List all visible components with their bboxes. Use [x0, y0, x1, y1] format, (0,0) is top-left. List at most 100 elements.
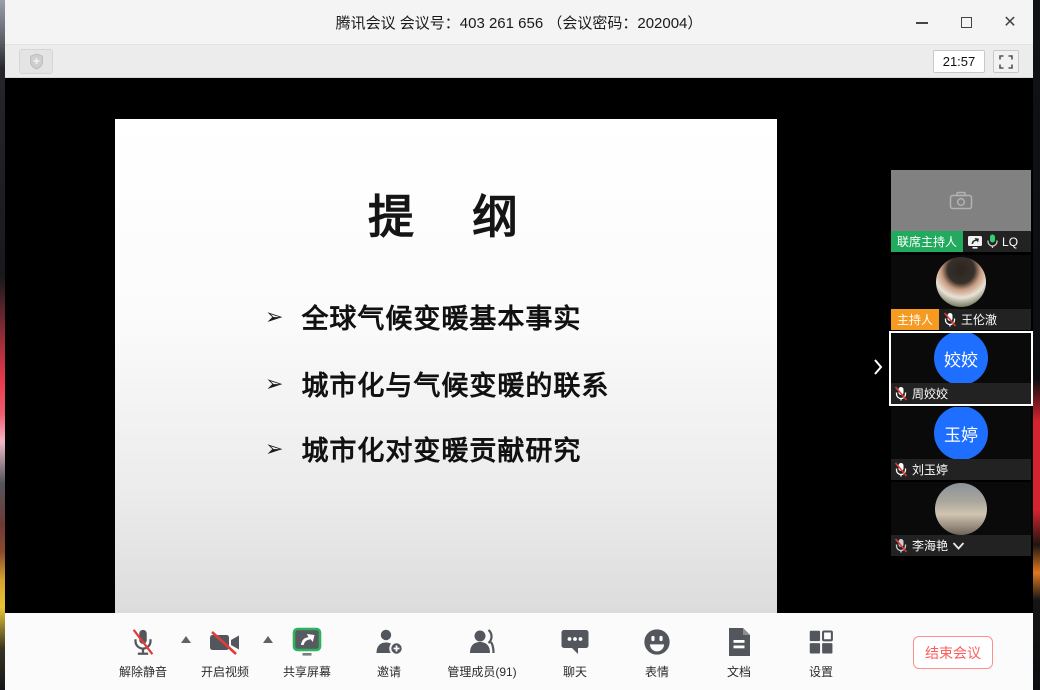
chevron-down-icon[interactable] [952, 542, 965, 550]
video-off-placeholder [891, 170, 1031, 231]
timer-text: 21:57 [943, 54, 976, 69]
bottom-toolbar: 解除静音 开启视频 [5, 613, 1033, 690]
participant-name: 李海艳 [912, 537, 948, 554]
window-title: 腾讯会议 会议号：403 261 656 （会议密码：202004） [336, 12, 703, 33]
participant-name: 王伦澈 [961, 311, 997, 328]
avatar-text: 姣姣 [944, 346, 978, 371]
participant-namebar: 主持人 王伦澈 [891, 309, 1031, 330]
chat-bubble-icon [559, 626, 591, 658]
toolbar-label: 解除静音 [119, 663, 167, 680]
screen-sharing-icon [967, 235, 983, 249]
mic-muted-icon [894, 538, 908, 553]
participant-name: 周姣姣 [912, 385, 948, 402]
avatar-area [891, 255, 1031, 309]
settings-button[interactable]: 设置 [786, 623, 856, 680]
emoji-button[interactable]: 表情 [622, 623, 692, 680]
smiley-icon [642, 627, 672, 657]
cohost-badge: 联席主持人 [891, 231, 963, 252]
toolbar-label: 表情 [645, 663, 669, 680]
window-controls: ✕ [907, 0, 1025, 45]
titlebar: 腾讯会议 会议号：403 261 656 （会议密码：202004） ✕ [5, 0, 1033, 45]
slide-bullet: ➢ 城市化对变暖贡献研究 [265, 429, 581, 468]
people-icon [466, 626, 498, 658]
minimize-button[interactable] [907, 8, 937, 38]
documents-button[interactable]: 文档 [704, 623, 774, 680]
avatar-area: 玉婷 [891, 407, 1031, 459]
participant-tile-lq[interactable]: 联席主持人 LQ [891, 170, 1031, 252]
participant-namebar: 联席主持人 LQ [891, 231, 1031, 252]
desktop-edge-right [1033, 0, 1040, 690]
share-screen-icon [289, 626, 325, 658]
manage-members-button[interactable]: 管理成员(91) [436, 623, 528, 680]
meeting-window: 腾讯会议 会议号：403 261 656 （会议密码：202004） ✕ 21:… [5, 0, 1033, 690]
participant-namebar: 李海艳 [891, 535, 1031, 556]
participant-tile-wanglunche[interactable]: 主持人 王伦澈 [891, 255, 1031, 330]
camera-disabled-icon [949, 191, 973, 210]
unmute-button[interactable]: 解除静音 [108, 623, 178, 680]
shield-plus-icon [29, 53, 44, 70]
participant-namebar: 周姣姣 [891, 383, 1031, 404]
sidebar-collapse-button[interactable] [867, 350, 889, 384]
close-icon: ✕ [1003, 15, 1016, 31]
document-icon [725, 626, 753, 658]
participant-tile-liuyuting[interactable]: 玉婷 刘玉婷 [891, 407, 1031, 480]
bullet-text: 全球气候变暖基本事实 [301, 297, 581, 336]
invite-button[interactable]: 邀请 [354, 623, 424, 680]
maximize-button[interactable] [951, 8, 981, 38]
slide-bullet: ➢ 城市化与气候变暖的联系 [265, 364, 609, 403]
mic-muted-icon [894, 386, 908, 401]
person-add-icon [373, 626, 405, 658]
bullet-arrow-icon: ➢ [265, 304, 283, 330]
avatar-photo [936, 257, 986, 307]
toolbar-label: 管理成员(91) [447, 663, 516, 680]
participant-name: 刘玉婷 [912, 461, 948, 478]
desktop-edge-left [0, 0, 5, 690]
toolbar-label: 邀请 [377, 663, 401, 680]
participant-name: LQ [1002, 235, 1018, 249]
chevron-right-icon [873, 358, 883, 376]
status-row: 21:57 [5, 45, 1033, 78]
avatar-initials: 姣姣 [934, 331, 988, 385]
chat-button[interactable]: 聊天 [540, 623, 610, 680]
participant-tile-lihaiyan[interactable]: 李海艳 [891, 482, 1031, 556]
avatar-text: 玉婷 [944, 421, 978, 446]
bullet-text: 城市化与气候变暖的联系 [301, 364, 609, 403]
avatar-initials: 玉婷 [934, 407, 988, 460]
avatar-area: 姣姣 [891, 333, 1031, 383]
toolbar-label: 共享屏幕 [283, 663, 331, 680]
settings-grid-icon [806, 627, 836, 657]
share-screen-button[interactable]: 共享屏幕 [272, 623, 342, 680]
close-button[interactable]: ✕ [995, 8, 1025, 38]
slide-bullet: ➢ 全球气候变暖基本事实 [265, 297, 581, 336]
shared-slide: 提 纲 ➢ 全球气候变暖基本事实 ➢ 城市化与气候变暖的联系 ➢ 城市化对变暖贡… [115, 119, 777, 613]
maximize-icon [961, 17, 972, 28]
bullet-text: 城市化对变暖贡献研究 [301, 429, 581, 468]
toolbar-label: 聊天 [563, 663, 587, 680]
meeting-timer: 21:57 [933, 50, 985, 73]
participants-sidebar: 联席主持人 LQ [891, 78, 1031, 613]
toolbar-label: 开启视频 [201, 663, 249, 680]
bullet-arrow-icon: ➢ [265, 436, 283, 462]
mic-active-icon [987, 234, 998, 249]
start-video-button[interactable]: 开启视频 [190, 623, 260, 680]
host-badge: 主持人 [891, 309, 939, 330]
participant-tile-zhoujiaojiao[interactable]: 姣姣 周姣姣 [889, 331, 1033, 406]
toolbar-items: 解除静音 开启视频 [108, 623, 856, 680]
mic-muted-icon [894, 462, 908, 477]
toolbar-label: 设置 [809, 663, 833, 680]
fullscreen-icon [999, 55, 1013, 69]
bullet-arrow-icon: ➢ [265, 371, 283, 397]
participant-namebar: 刘玉婷 [891, 459, 1031, 480]
fullscreen-button[interactable] [993, 50, 1019, 73]
end-meeting-button[interactable]: 结束会议 [913, 636, 993, 669]
slide-title: 提 纲 [115, 181, 777, 247]
toolbar-label: 文档 [727, 663, 751, 680]
mic-muted-icon [943, 312, 957, 327]
avatar-area [891, 482, 1031, 535]
mic-muted-icon [128, 626, 158, 658]
avatar-photo [935, 483, 987, 535]
camera-off-icon [208, 626, 242, 658]
minimize-icon [916, 22, 928, 24]
security-shield-button[interactable] [19, 49, 53, 74]
main-stage: 提 纲 ➢ 全球气候变暖基本事实 ➢ 城市化与气候变暖的联系 ➢ 城市化对变暖贡… [5, 78, 1033, 613]
